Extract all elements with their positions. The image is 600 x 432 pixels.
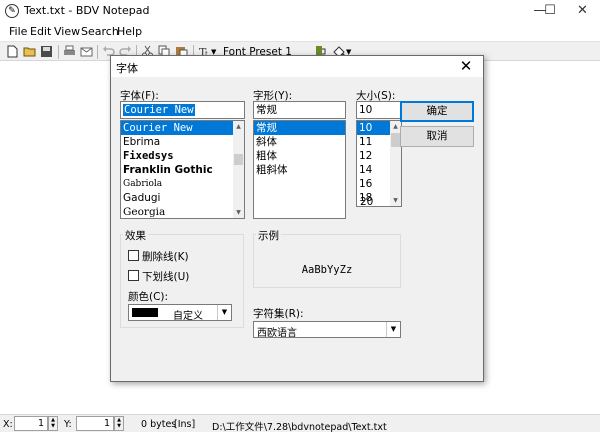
print-icon[interactable] — [63, 45, 76, 58]
x-label: X: — [3, 419, 13, 430]
color-select-value: 自定义 — [173, 311, 203, 322]
color-label: 颜色(C): — [128, 291, 169, 303]
scroll-down-arrow-icon[interactable]: ▼ — [233, 207, 244, 218]
dialog-title-bar: 字体 ✕ — [111, 56, 483, 77]
y-spinbox[interactable]: 1 — [76, 416, 114, 431]
font-input-value: Courier New — [123, 104, 195, 116]
ok-button[interactable]: 确定 — [400, 101, 474, 122]
color-swatch — [132, 308, 158, 317]
menu-file[interactable]: File — [9, 25, 27, 38]
font-list-item[interactable]: Franklin Gothic — [121, 163, 244, 177]
insert-mode-text: [Ins] — [174, 419, 196, 430]
save-icon[interactable] — [40, 45, 53, 58]
open-folder-icon[interactable] — [23, 45, 36, 58]
scroll-thumb[interactable] — [234, 154, 243, 165]
window-title: Text.txt - BDV Notepad — [24, 4, 150, 17]
menu-view[interactable]: View — [54, 25, 80, 38]
charset-label: 字符集(R): — [253, 308, 304, 320]
chevron-down-icon[interactable]: ▼ — [386, 322, 400, 337]
x-spinner-icon[interactable]: ▲ ▼ — [48, 416, 58, 431]
style-list-item[interactable]: 斜体 — [254, 135, 345, 149]
file-path-text: D:\工作文件\7.28\bdvnotepad\Text.txt — [212, 422, 387, 432]
cancel-button[interactable]: 取消 — [400, 126, 474, 147]
title-bar: ✎ Text.txt - BDV Notepad — ☐ ✕ — [0, 0, 600, 22]
toolbar-separator — [97, 45, 98, 59]
font-list-item[interactable]: Courier New — [121, 121, 244, 135]
charset-select-value: 西欧语言 — [257, 328, 297, 339]
font-list-item[interactable]: Fixedsys — [121, 149, 244, 163]
style-list-item[interactable]: 常规 — [254, 121, 345, 135]
menu-help[interactable]: Help — [117, 25, 142, 38]
file-size-text: 0 bytes — [141, 419, 177, 430]
y-spinner-icon[interactable]: ▲ ▼ — [114, 416, 124, 431]
font-dialog: 字体 ✕ 字体(F): Courier New Courier New Ebri… — [110, 55, 484, 382]
font-list-scrollbar[interactable]: ▲ ▼ — [233, 121, 244, 218]
toolbar-separator — [58, 45, 59, 59]
scroll-down-arrow-icon[interactable]: ▼ — [390, 195, 401, 206]
style-input[interactable]: 常规 — [253, 101, 346, 119]
charset-select[interactable]: 西欧语言 ▼ — [253, 321, 401, 339]
notepad-app-icon: ✎ — [5, 4, 19, 18]
size-input[interactable]: 10 — [356, 101, 402, 119]
size-list-item[interactable]: 20 — [358, 195, 373, 209]
menu-bar: File Edit View Search Help — [0, 22, 600, 41]
sample-text: AaBbYyZz — [301, 264, 353, 276]
effects-label: 效果 — [123, 228, 148, 243]
chevron-down-icon[interactable]: ▼ — [217, 305, 231, 320]
email-icon[interactable] — [80, 45, 93, 58]
underline-label[interactable]: 下划线(U) — [142, 269, 189, 284]
font-list-item[interactable]: Gadugi — [121, 191, 244, 205]
font-list-item[interactable]: Gabriola — [121, 177, 244, 191]
font-list-item[interactable]: Ebrima — [121, 135, 244, 149]
status-bar: X: 1 ▲ ▼ Y: 1 ▲ ▼ 0 bytes [Ins] D:\工作文件\7.… — [0, 414, 600, 432]
font-input[interactable]: Courier New — [120, 101, 245, 119]
dialog-title: 字体 — [116, 62, 138, 75]
menu-edit[interactable]: Edit — [30, 25, 51, 38]
style-list[interactable]: 常规 斜体 粗体 粗斜体 — [253, 120, 346, 219]
scroll-thumb[interactable] — [391, 133, 400, 147]
menu-search[interactable]: Search — [81, 25, 119, 38]
style-list-item[interactable]: 粗斜体 — [254, 163, 345, 177]
dialog-close-button[interactable]: ✕ — [451, 56, 481, 77]
y-label: Y: — [64, 419, 72, 430]
size-list[interactable]: 10 11 12 14 16 18 ▲ ▼ — [356, 120, 402, 207]
style-list-item[interactable]: 粗体 — [254, 149, 345, 163]
x-spinbox[interactable]: 1 — [14, 416, 48, 431]
color-select[interactable]: 自定义 ▼ — [128, 304, 232, 322]
maximize-button[interactable]: ☐ — [530, 0, 570, 22]
close-window-button[interactable]: ✕ — [565, 0, 600, 22]
font-list-item[interactable]: Georgia — [121, 205, 244, 218]
new-file-icon[interactable] — [6, 45, 19, 58]
strikeout-checkbox[interactable] — [128, 250, 139, 261]
scroll-up-arrow-icon[interactable]: ▲ — [233, 121, 244, 132]
strikeout-label[interactable]: 删除线(K) — [142, 249, 189, 264]
sample-label: 示例 — [256, 228, 281, 243]
font-list[interactable]: Courier New Ebrima Fixedsys Franklin Got… — [120, 120, 245, 219]
underline-checkbox[interactable] — [128, 270, 139, 281]
